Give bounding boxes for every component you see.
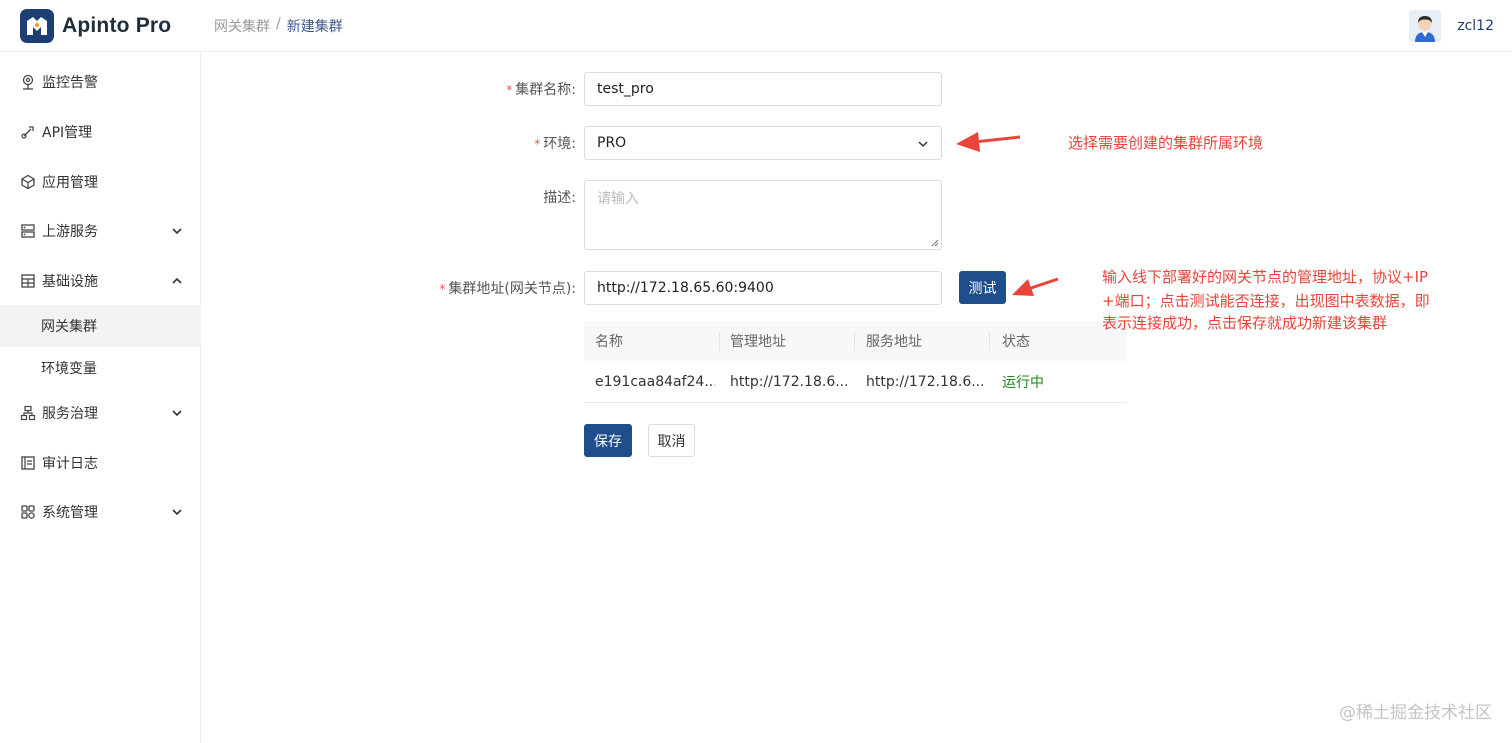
cluster-name-label: * 集群名称: (506, 82, 576, 98)
avatar[interactable] (1409, 10, 1442, 42)
cell-admin-address: http://172.18.6... (730, 374, 848, 390)
sidebar-item-system[interactable]: 系统管理 (0, 492, 201, 532)
sidebar-item-upstream[interactable]: 上游服务 (0, 211, 201, 251)
sidebar: 监控告警 API管理 应用管理 上游服务 基础设施 网关集群 环境变量 服务治理… (0, 52, 201, 743)
chevron-down-icon (172, 410, 182, 417)
cluster-name-value: test_pro (597, 81, 654, 97)
column-header-name: 名称 (595, 334, 623, 350)
username[interactable]: zcl12 (1457, 18, 1494, 34)
annotation-address-line2: +端口；点击测试能否连接，出现图中表数据，即 (1102, 292, 1430, 310)
cluster-address-label: * 集群地址(网关节点): (439, 281, 576, 297)
breadcrumb-separator: / (276, 16, 281, 32)
environment-select[interactable]: PRO (584, 126, 942, 160)
sidebar-item-infrastructure[interactable]: 基础设施 (0, 261, 201, 301)
required-mark: * (439, 282, 446, 296)
column-header-admin-address: 管理地址 (730, 334, 786, 350)
sidebar-item-apps[interactable]: 应用管理 (0, 162, 201, 202)
save-button[interactable]: 保存 (584, 424, 632, 457)
sidebar-item-monitoring[interactable]: 监控告警 (0, 62, 201, 102)
sidebar-item-label: 审计日志 (42, 456, 98, 472)
breadcrumb-parent[interactable]: 网关集群 (214, 16, 270, 36)
system-grid-icon (21, 505, 35, 519)
annotation-environment: 选择需要创建的集群所属环境 (1068, 134, 1264, 152)
monitor-pin-icon (22, 74, 34, 90)
description-textarea[interactable]: 请输入 (584, 180, 942, 250)
sidebar-item-label: 上游服务 (42, 224, 98, 240)
top-bar: Apinto Pro 网关集群 / 新建集群 zcl12 (0, 0, 1512, 52)
chevron-down-icon (172, 228, 182, 235)
sidebar-item-label: 应用管理 (42, 175, 98, 191)
sidebar-item-label: 基础设施 (42, 274, 98, 290)
sidebar-item-label: API管理 (42, 125, 93, 141)
column-header-status: 状态 (1002, 334, 1030, 350)
table-header: 名称 管理地址 服务地址 状态 (584, 321, 1126, 361)
breadcrumb-current: 新建集群 (286, 19, 343, 35)
status-badge: 运行中 (1002, 375, 1044, 391)
resize-handle-icon[interactable] (931, 239, 939, 247)
sidebar-subitem-gateway-cluster[interactable]: 网关集群 (0, 305, 201, 347)
sidebar-item-audit-log[interactable]: 审计日志 (0, 443, 201, 483)
cluster-address-input[interactable]: http://172.18.65.60:9400 (584, 271, 942, 305)
cancel-button[interactable]: 取消 (648, 424, 695, 457)
breadcrumb: 网关集群 / 新建集群 (214, 16, 343, 36)
sidebar-item-label: 监控告警 (42, 75, 98, 91)
test-button[interactable]: 测试 (959, 271, 1006, 304)
app-cube-icon (21, 174, 35, 190)
infrastructure-icon (21, 274, 35, 288)
chevron-down-icon (918, 141, 928, 148)
app-logo[interactable]: Apinto Pro (20, 9, 171, 43)
sidebar-item-governance[interactable]: 服务治理 (0, 393, 201, 433)
sidebar-subitem-label: 环境变量 (41, 361, 97, 377)
description-label: 描述: (543, 190, 576, 206)
column-divider (989, 331, 990, 351)
sidebar-subitem-env-vars[interactable]: 环境变量 (0, 347, 201, 389)
main-content: * 集群名称: test_pro * 环境: PRO 描述: 请输入 * 集群地址(网… (202, 52, 1512, 743)
required-mark: * (506, 83, 513, 97)
upstream-server-icon (21, 224, 35, 238)
annotation-arrow-icon (956, 132, 1021, 152)
cell-node-name: e191caa84af24... (595, 374, 715, 390)
required-mark: * (534, 137, 541, 151)
cluster-name-input[interactable]: test_pro (584, 72, 942, 106)
app-name: Apinto Pro (62, 14, 172, 37)
table-row[interactable]: e191caa84af24... http://172.18.6... http… (584, 361, 1126, 403)
environment-label: * 环境: (534, 136, 576, 152)
column-header-service-address: 服务地址 (866, 334, 922, 350)
watermark: @稀土掘金技术社区 (1339, 703, 1492, 723)
apinto-logo-icon (20, 9, 54, 43)
annotation-address-line1: 输入线下部署好的网关节点的管理地址，协议+IP (1102, 268, 1429, 286)
cell-service-address: http://172.18.6... (866, 374, 984, 390)
annotation-arrow-icon (1012, 277, 1059, 296)
environment-value: PRO (597, 135, 627, 151)
description-placeholder: 请输入 (597, 191, 639, 207)
chevron-down-icon (172, 509, 182, 516)
column-divider (719, 331, 720, 351)
sidebar-subitem-label: 网关集群 (41, 319, 97, 335)
sidebar-item-api[interactable]: API管理 (0, 112, 201, 152)
chevron-up-icon (172, 277, 182, 284)
column-divider (854, 331, 855, 351)
node-table: 名称 管理地址 服务地址 状态 e191caa84af24... http://… (584, 321, 1126, 404)
sidebar-item-label: 系统管理 (42, 505, 98, 521)
cluster-address-value: http://172.18.65.60:9400 (597, 280, 774, 296)
api-rocket-icon (21, 126, 34, 139)
annotation-address-line3: 表示连接成功，点击保存就成功新建该集群 (1102, 314, 1388, 332)
user-menu[interactable]: zcl12 (1409, 10, 1494, 42)
governance-icon (20, 405, 36, 421)
sidebar-item-label: 服务治理 (42, 406, 98, 422)
audit-log-icon (21, 456, 35, 470)
